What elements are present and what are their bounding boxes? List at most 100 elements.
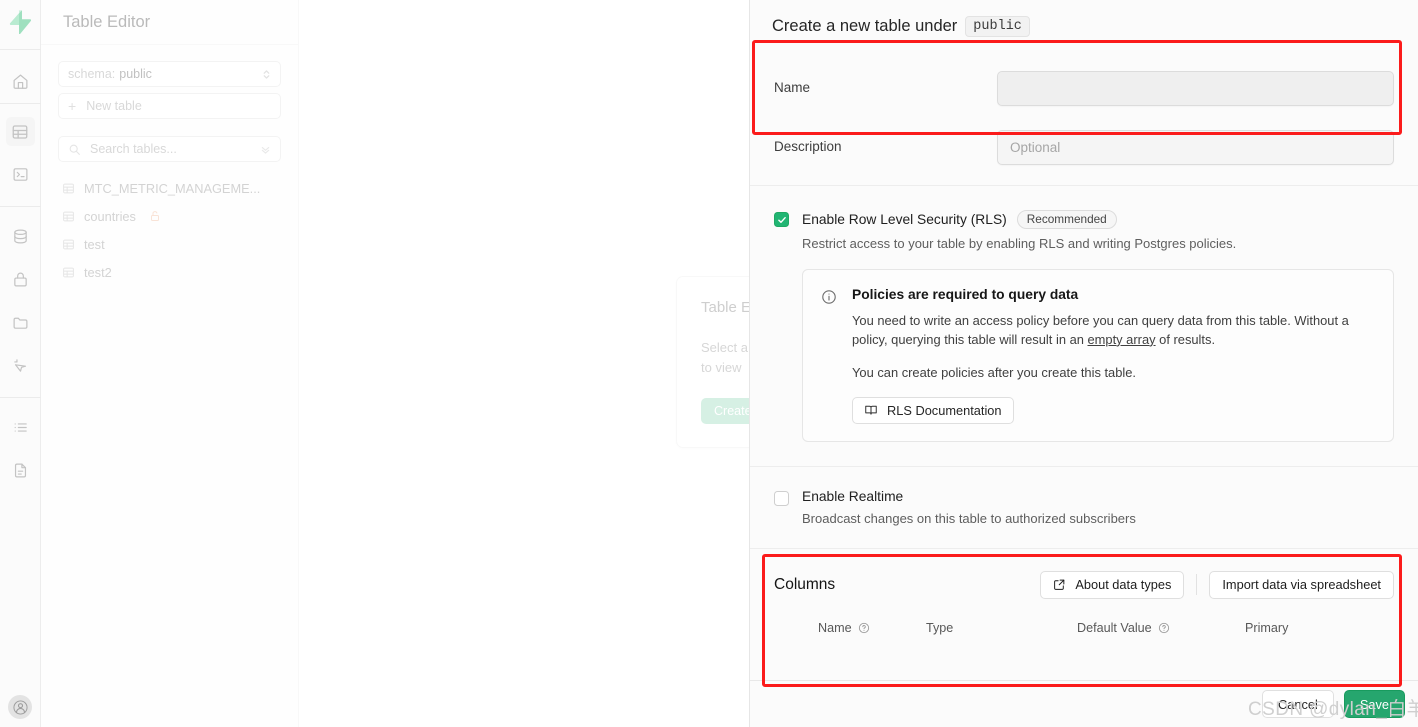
rls-checkbox[interactable] (774, 212, 789, 227)
basic-info-section: Name Description Optional (750, 53, 1418, 185)
panel-heading: Create a new table under (772, 17, 958, 35)
list-item[interactable]: countries (58, 202, 281, 230)
rls-recommended-badge: Recommended (1016, 210, 1117, 229)
list-item[interactable]: test2 (58, 258, 281, 286)
description-label: Description (774, 139, 842, 154)
about-data-types-label: About data types (1075, 577, 1172, 593)
plus-icon: + (68, 98, 77, 114)
rls-checkbox-row[interactable]: Enable Row Level Security (RLS) Recommen… (774, 210, 1394, 442)
table-icon (62, 210, 75, 223)
search-placeholder: Search tables... (90, 142, 177, 156)
search-icon (68, 143, 81, 156)
notice-paragraph-2: You can create policies after you create… (852, 364, 1137, 380)
table-icon (62, 238, 75, 251)
schema-value: public (119, 67, 152, 81)
reports-icon[interactable] (6, 456, 35, 485)
list-item[interactable]: test (58, 230, 281, 258)
rls-documentation-button[interactable]: RLS Documentation (852, 396, 1014, 424)
realtime-section: Enable Realtime Broadcast changes on thi… (750, 465, 1418, 548)
app-root: Table Editor schema: public + New table (0, 0, 1418, 727)
table-name: test2 (84, 264, 112, 280)
tables-list: MTC_METRIC_MANAGEME... countries test te… (58, 174, 281, 286)
help-icon[interactable] (858, 622, 870, 634)
notice-paragraph-1: You need to write an access policy befor… (852, 311, 1372, 349)
description-field-row: Description Optional (774, 130, 1394, 165)
columns-table-header: Name Type Default Value Primary (774, 621, 1394, 635)
new-table-label: New table (86, 99, 142, 113)
rls-subtitle: Restrict access to your table by enablin… (802, 235, 1237, 251)
external-link-icon (1053, 578, 1066, 591)
realtime-checkbox-row[interactable]: Enable Realtime Broadcast changes on thi… (774, 489, 1394, 526)
realtime-title: Enable Realtime (802, 488, 904, 504)
rls-section: Enable Row Level Security (RLS) Recommen… (750, 185, 1418, 466)
realtime-checkbox[interactable] (774, 490, 789, 506)
rail-divider-1 (0, 49, 41, 50)
import-spreadsheet-label: Import data via spreadsheet (1222, 577, 1381, 593)
rls-title: Enable Row Level Security (RLS) (802, 211, 1007, 227)
columns-title: Columns (774, 575, 836, 593)
sql-editor-icon[interactable] (6, 160, 35, 189)
page-title: Table Editor (41, 0, 298, 45)
name-input[interactable] (997, 71, 1394, 106)
name-field-row: Name (774, 71, 1394, 106)
table-icon (62, 266, 75, 279)
column-header-type-label: Type (926, 620, 954, 635)
edge-functions-icon[interactable] (6, 351, 35, 380)
create-table-panel: Create a new table under public Name Des… (749, 0, 1418, 727)
name-label: Name (774, 80, 811, 95)
rls-policies-notice: Policies are required to query data You … (802, 268, 1394, 442)
table-editor-sidebar: Table Editor schema: public + New table (41, 0, 299, 727)
column-header-primary: Primary (1245, 621, 1335, 635)
empty-array-link[interactable]: empty array (1088, 332, 1156, 347)
schema-prefix-label: schema: (68, 67, 116, 81)
columns-actions: About data types Import data via spreads… (1040, 570, 1394, 599)
schema-selector[interactable]: schema: public (58, 61, 281, 87)
supabase-logo[interactable] (7, 9, 33, 35)
schema-chip: public (965, 16, 1030, 37)
column-header-default-label: Default Value (1077, 620, 1152, 635)
table-name: MTC_METRIC_MANAGEME... (84, 180, 261, 196)
column-header-name-label: Name (818, 620, 852, 635)
notice-p1-after: of results. (1155, 331, 1216, 347)
about-data-types-button[interactable]: About data types (1040, 570, 1185, 599)
table-editor-icon[interactable] (5, 117, 35, 146)
chevron-down-icon (260, 144, 271, 155)
description-placeholder: Optional (1010, 140, 1061, 155)
import-spreadsheet-button[interactable]: Import data via spreadsheet (1209, 570, 1394, 599)
authentication-icon[interactable] (6, 265, 35, 294)
storage-icon[interactable] (6, 308, 35, 337)
action-divider (1196, 574, 1198, 596)
new-table-button[interactable]: + New table (58, 93, 281, 119)
save-button[interactable]: Save (1343, 690, 1405, 718)
rail-divider-2 (0, 103, 41, 104)
column-header-name: Name (774, 621, 926, 635)
realtime-subtitle: Broadcast changes on this table to autho… (802, 510, 1136, 526)
table-icon (62, 182, 75, 195)
home-icon[interactable] (6, 67, 35, 96)
rail-divider-3 (0, 206, 41, 207)
help-icon[interactable] (1158, 622, 1170, 634)
panel-body[interactable]: Name Description Optional Enable Row Lev… (750, 53, 1418, 727)
column-header-primary-label: Primary (1245, 620, 1289, 635)
notice-title: Policies are required to query data (852, 286, 1079, 302)
unlock-icon (149, 210, 161, 222)
panel-footer: Cancel Save (750, 680, 1418, 727)
column-header-default: Default Value (1077, 621, 1245, 635)
rls-documentation-label: RLS Documentation (887, 402, 1002, 418)
description-input[interactable]: Optional (997, 130, 1394, 165)
book-icon (864, 403, 878, 417)
logs-icon[interactable] (6, 413, 35, 442)
table-name: test (84, 236, 105, 252)
icon-rail (0, 0, 41, 727)
database-icon[interactable] (6, 222, 35, 251)
search-tables-input[interactable]: Search tables... (58, 136, 281, 162)
rail-divider-4 (0, 397, 41, 398)
info-icon (821, 287, 838, 424)
avatar[interactable] (8, 695, 32, 719)
columns-header: Columns About data types Import data via… (774, 570, 1394, 599)
list-item[interactable]: MTC_METRIC_MANAGEME... (58, 174, 281, 202)
cancel-button[interactable]: Cancel (1261, 690, 1334, 718)
column-header-type: Type (926, 621, 1077, 635)
chevron-updown-icon (262, 68, 271, 81)
table-name: countries (84, 208, 136, 224)
